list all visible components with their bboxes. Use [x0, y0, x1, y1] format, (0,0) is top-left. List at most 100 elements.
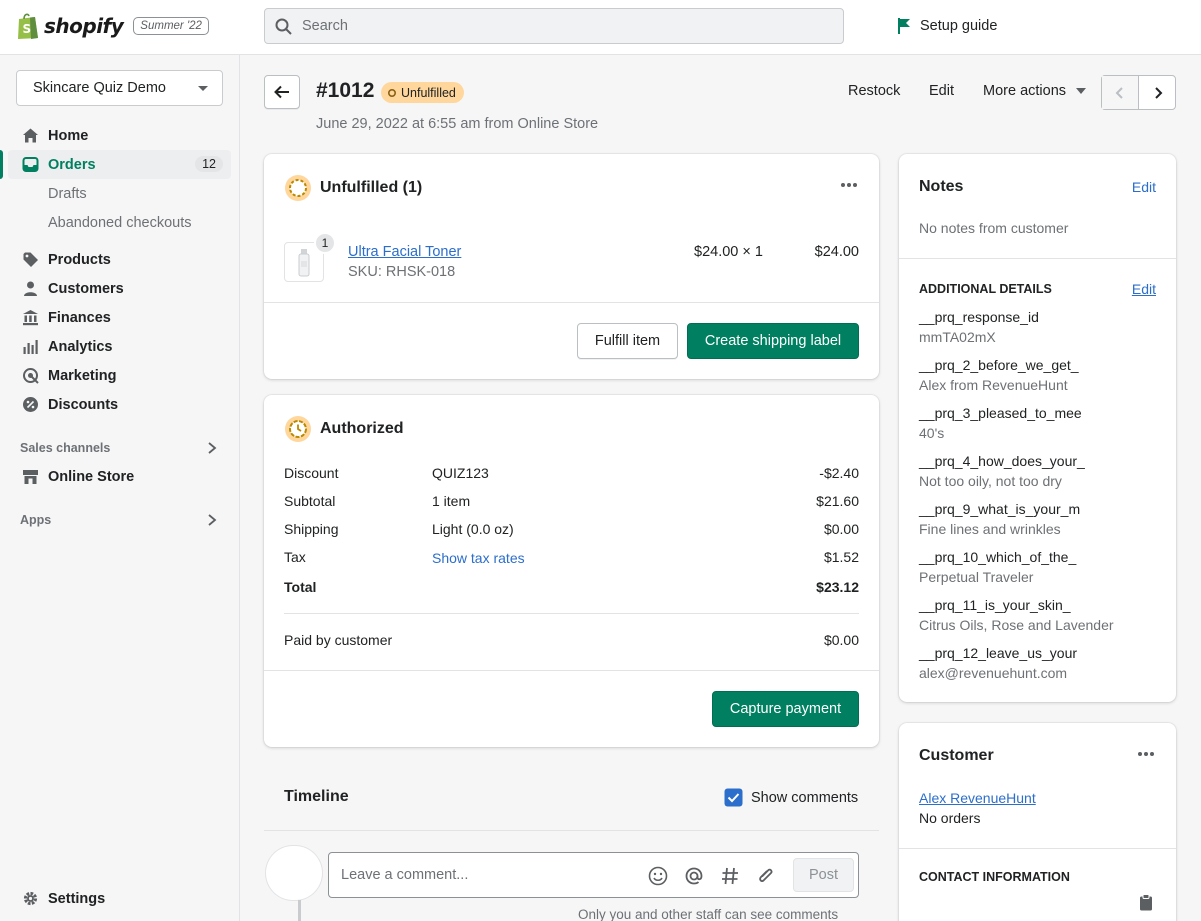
line-total: $24.00 — [814, 244, 859, 260]
apps-heading: Apps — [20, 513, 52, 527]
customer-orders: No orders — [919, 810, 981, 826]
sidebar-item-analytics[interactable]: Analytics — [8, 332, 231, 361]
notes-title: Notes — [919, 178, 964, 195]
edit-notes-link[interactable]: Edit — [1132, 179, 1156, 195]
product-sku: SKU: RHSK-018 — [348, 264, 456, 280]
payment-status-title: Authorized — [320, 420, 404, 437]
sidebar-item-label: Settings — [48, 890, 106, 907]
discount-amount: -$2.40 — [819, 465, 859, 481]
detail-key: __prq_11_is_your_skin_ — [919, 597, 1071, 613]
more-horizontal-icon[interactable] — [840, 182, 858, 188]
brand-name: shopify — [44, 14, 124, 38]
fulfill-item-button[interactable]: Fulfill item — [577, 323, 678, 359]
mention-icon[interactable] — [684, 866, 704, 886]
detail-value: Fine lines and wrinkles — [919, 521, 1061, 537]
product-link[interactable]: Ultra Facial Toner — [348, 244, 461, 260]
chevron-right-icon — [1154, 86, 1162, 99]
discount-code: QUIZ123 — [432, 465, 489, 481]
pagination — [1101, 75, 1176, 110]
checkbox-checked-icon — [724, 788, 743, 807]
total-amount: $23.12 — [816, 579, 859, 595]
order-subtitle: June 29, 2022 at 6:55 am from Online Sto… — [316, 116, 599, 132]
restock-button[interactable]: Restock — [848, 83, 900, 99]
hashtag-icon[interactable] — [720, 866, 740, 886]
sidebar-item-products[interactable]: Products — [8, 245, 231, 274]
previous-order-button[interactable] — [1102, 76, 1139, 109]
more-actions-button[interactable]: More actions — [983, 83, 1087, 99]
search-input[interactable]: Search — [264, 8, 844, 44]
clipboard-icon[interactable] — [1139, 894, 1153, 911]
sidebar-item-finances[interactable]: Finances — [8, 303, 231, 332]
sidebar-item-home[interactable]: Home — [8, 121, 231, 150]
store-selector[interactable]: Skincare Quiz Demo — [16, 70, 223, 106]
edition-badge: Summer '22 — [133, 17, 209, 35]
tax-amount: $1.52 — [823, 549, 859, 565]
sidebar-item-customers[interactable]: Customers — [8, 274, 231, 303]
notes-text: No notes from customer — [919, 220, 1069, 236]
person-icon — [24, 281, 37, 296]
sidebar-item-discounts[interactable]: Discounts — [8, 390, 231, 419]
orders-count-badge: 12 — [195, 156, 223, 172]
sidebar-item-label: Finances — [48, 309, 111, 326]
sidebar-item-label: Orders — [48, 156, 96, 173]
arrow-left-icon — [274, 85, 289, 99]
sidebar-item-marketing[interactable]: Marketing — [8, 361, 231, 390]
more-horizontal-icon[interactable] — [1137, 751, 1155, 757]
comment-input[interactable]: Leave a comment... — [341, 867, 468, 883]
divider — [899, 258, 1176, 259]
edit-additional-details-link[interactable]: Edit — [1132, 281, 1156, 297]
customer-title: Customer — [919, 747, 994, 764]
chevron-right-icon[interactable] — [206, 513, 218, 527]
sidebar-item-abandoned-checkouts[interactable]: Abandoned checkouts — [48, 215, 192, 231]
quantity-badge: 1 — [314, 232, 336, 254]
sidebar-item-drafts[interactable]: Drafts — [48, 186, 87, 202]
detail-value: alex@revenuehunt.com — [919, 665, 1068, 681]
post-button[interactable]: Post — [793, 858, 854, 892]
store-name: Skincare Quiz Demo — [33, 80, 166, 96]
sidebar-item-online-store[interactable]: Online Store — [8, 462, 231, 491]
unfulfilled-icon — [285, 175, 311, 201]
next-order-button[interactable] — [1139, 76, 1176, 109]
storefront-icon — [23, 470, 38, 484]
bar-chart-icon — [23, 340, 38, 354]
paid-by-customer-amount: $0.00 — [823, 632, 859, 648]
create-shipping-label-button[interactable]: Create shipping label — [687, 323, 859, 359]
notes-card: Notes Edit No notes from customer ADDITI… — [899, 154, 1176, 702]
detail-key: __prq_10_which_of_the_ — [919, 549, 1077, 565]
timeline-title: Timeline — [284, 788, 349, 805]
total-label: Total — [284, 579, 317, 595]
chevron-left-icon — [1115, 86, 1123, 99]
sidebar-item-label: Analytics — [48, 338, 113, 355]
additional-details-heading: ADDITIONAL DETAILS — [919, 282, 1052, 296]
show-comments-label: Show comments — [751, 789, 859, 806]
discount-label: Discount — [284, 465, 339, 481]
show-comments-checkbox[interactable]: Show comments — [724, 788, 858, 807]
top-bar: S shopify Summer '22 Search Setup guide — [0, 0, 1201, 55]
detail-value: 40's — [919, 425, 945, 441]
comment-box: Leave a comment... Post — [328, 852, 859, 898]
customer-card: Customer Alex RevenueHunt No orders CONT… — [899, 723, 1176, 921]
sidebar-item-label: Discounts — [48, 396, 119, 413]
detail-key: __prq_3_pleased_to_mee — [919, 405, 1082, 421]
capture-payment-button[interactable]: Capture payment — [712, 691, 859, 727]
paid-by-customer-label: Paid by customer — [284, 632, 393, 648]
caret-down-icon — [1076, 88, 1087, 94]
back-button[interactable] — [264, 75, 300, 109]
status-dot-icon — [387, 88, 397, 97]
detail-value: Citrus Oils, Rose and Lavender — [919, 617, 1114, 633]
subtotal-detail: 1 item — [432, 493, 471, 509]
sidebar-item-settings[interactable]: Settings — [8, 884, 231, 913]
shopify-logo[interactable]: S shopify Summer '22 — [16, 12, 209, 40]
emoji-icon[interactable] — [648, 866, 668, 886]
chevron-right-icon[interactable] — [206, 441, 218, 455]
more-actions-label: More actions — [983, 83, 1067, 99]
show-tax-rates-link[interactable]: Show tax rates — [432, 550, 525, 566]
status-label: Unfulfilled — [401, 85, 456, 100]
setup-guide-button[interactable]: Setup guide — [896, 17, 997, 35]
sidebar-item-orders[interactable]: Orders 12 — [0, 150, 231, 179]
timeline-line — [298, 900, 301, 921]
edit-order-button[interactable]: Edit — [929, 83, 954, 99]
customer-name-link[interactable]: Alex RevenueHunt — [919, 790, 1036, 806]
attachment-icon[interactable] — [756, 866, 776, 886]
sidebar-item-label: Home — [48, 127, 89, 144]
